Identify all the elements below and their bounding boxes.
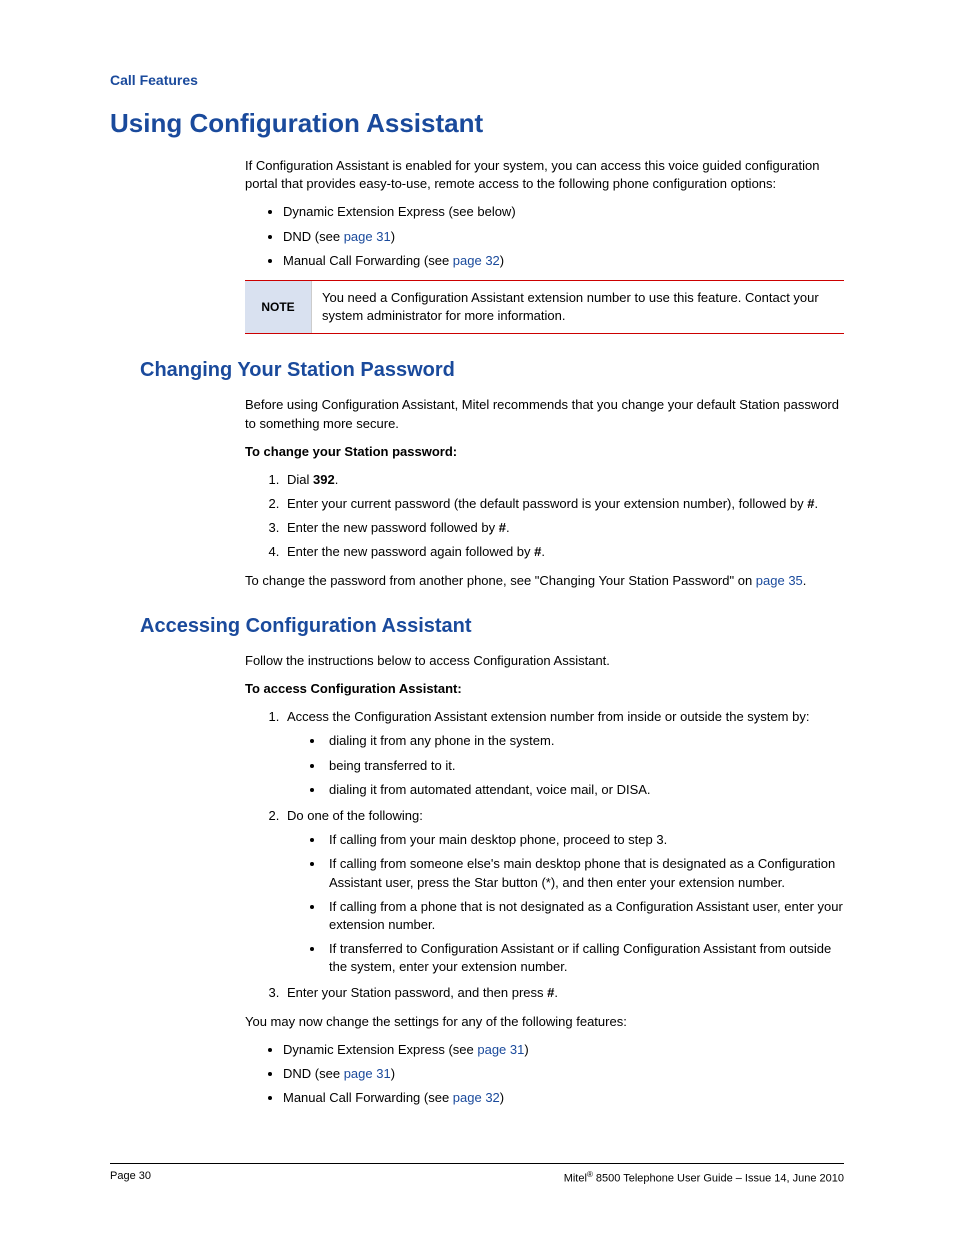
page-link[interactable]: page 31 [344, 1066, 391, 1081]
list-item: DND (see page 31) [283, 228, 844, 246]
instruction-heading: To change your Station password: [245, 443, 844, 461]
list-item: If calling from your main desktop phone,… [325, 831, 844, 849]
note-text: You need a Configuration Assistant exten… [312, 281, 844, 333]
list-item: If calling from someone else's main desk… [325, 855, 844, 891]
list-item: Enter the new password followed by #. [283, 519, 844, 537]
list-item: DND (see page 31) [283, 1065, 844, 1083]
change-password-section: Before using Configuration Assistant, Mi… [245, 396, 844, 590]
page-footer: Page 30 Mitel® 8500 Telephone User Guide… [110, 1163, 844, 1185]
list-item: dialing it from any phone in the system. [325, 732, 844, 750]
intro-section: If Configuration Assistant is enabled fo… [245, 157, 844, 334]
list-item: Manual Call Forwarding (see page 32) [283, 252, 844, 270]
footer-page-number: Page 30 [110, 1170, 151, 1185]
page-link[interactable]: page 32 [453, 1090, 500, 1105]
page-title: Using Configuration Assistant [110, 108, 844, 139]
list-item: Dynamic Extension Express (see page 31) [283, 1041, 844, 1059]
ordered-list: Access the Configuration Assistant exten… [245, 708, 844, 1002]
list-item: If transferred to Configuration Assistan… [325, 940, 844, 976]
feature-list: Dynamic Extension Express (see page 31) … [245, 1041, 844, 1108]
list-item: being transferred to it. [325, 757, 844, 775]
note-label: NOTE [245, 281, 312, 333]
paragraph: To change the password from another phon… [245, 572, 844, 590]
list-item: Do one of the following: If calling from… [283, 807, 844, 977]
list-item: Manual Call Forwarding (see page 32) [283, 1089, 844, 1107]
subheading-accessing: Accessing Configuration Assistant [140, 615, 844, 638]
list-item: Enter your current password (the default… [283, 495, 844, 513]
intro-list: Dynamic Extension Express (see below) DN… [245, 203, 844, 270]
list-item: Dial 392. [283, 471, 844, 489]
list-item: Access the Configuration Assistant exten… [283, 708, 844, 799]
paragraph: Before using Configuration Assistant, Mi… [245, 396, 844, 432]
subheading-change-password: Changing Your Station Password [140, 359, 844, 382]
page-link[interactable]: page 31 [344, 229, 391, 244]
nested-list: dialing it from any phone in the system.… [287, 732, 844, 799]
list-item: If calling from a phone that is not desi… [325, 898, 844, 934]
nested-list: If calling from your main desktop phone,… [287, 831, 844, 976]
note-box: NOTE You need a Configuration Assistant … [245, 280, 844, 334]
page-link[interactable]: page 32 [453, 253, 500, 268]
list-item: Enter the new password again followed by… [283, 543, 844, 561]
page-link[interactable]: page 31 [477, 1042, 524, 1057]
footer-doc-info: Mitel® 8500 Telephone User Guide – Issue… [564, 1170, 844, 1185]
page-link[interactable]: page 35 [756, 573, 803, 588]
list-item: dialing it from automated attendant, voi… [325, 781, 844, 799]
list-item: Dynamic Extension Express (see below) [283, 203, 844, 221]
paragraph: You may now change the settings for any … [245, 1013, 844, 1031]
document-page: Call Features Using Configuration Assist… [0, 0, 954, 1235]
list-item: Enter your Station password, and then pr… [283, 984, 844, 1002]
paragraph: Follow the instructions below to access … [245, 652, 844, 670]
accessing-section: Follow the instructions below to access … [245, 652, 844, 1108]
ordered-list: Dial 392. Enter your current password (t… [245, 471, 844, 562]
instruction-heading: To access Configuration Assistant: [245, 680, 844, 698]
section-header: Call Features [110, 72, 844, 88]
intro-paragraph: If Configuration Assistant is enabled fo… [245, 157, 844, 193]
